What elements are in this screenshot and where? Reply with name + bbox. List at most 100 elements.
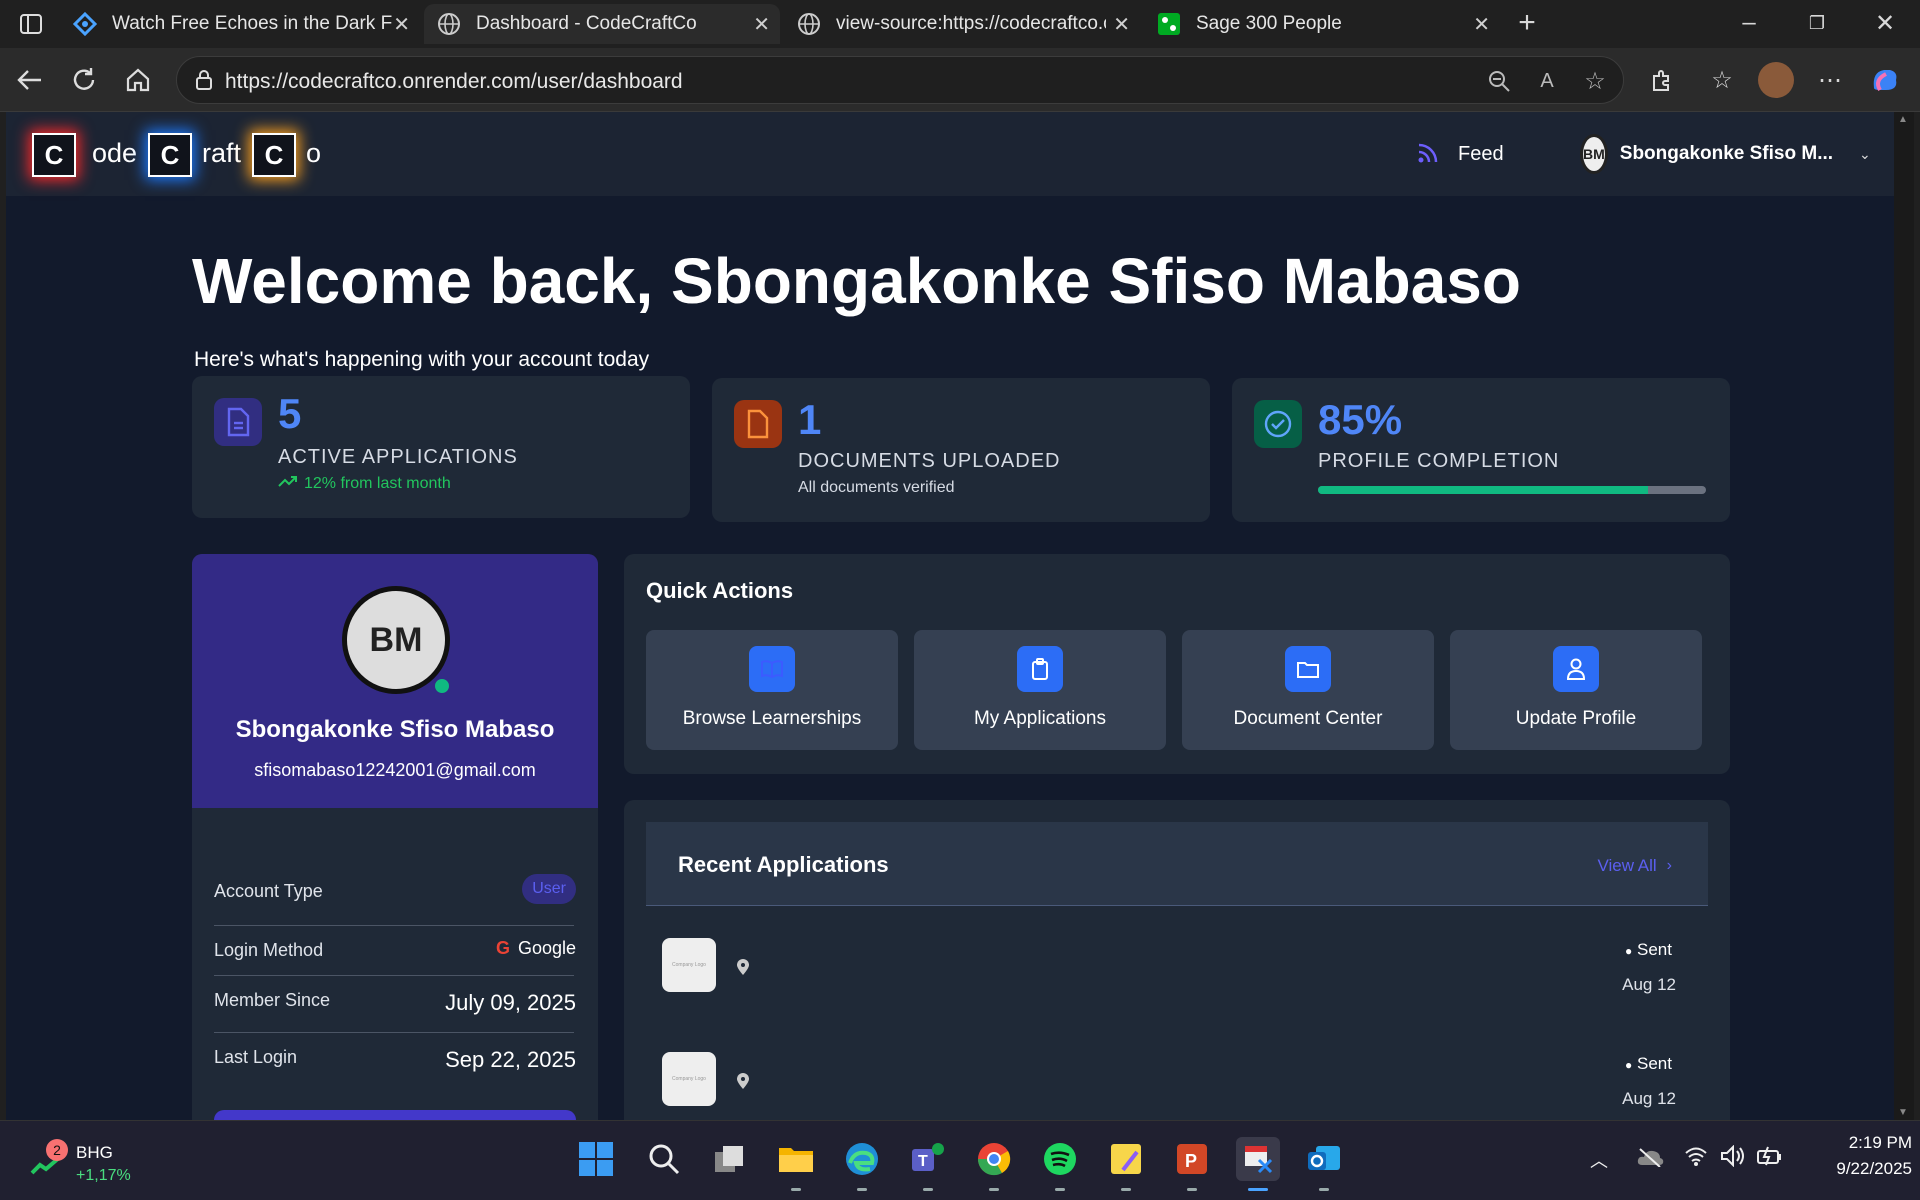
battery-icon[interactable]: [1756, 1145, 1782, 1172]
powerpoint-icon[interactable]: P: [1170, 1137, 1214, 1191]
task-view-icon[interactable]: [708, 1137, 752, 1181]
close-window-icon[interactable]: ✕: [1870, 8, 1900, 38]
lock-icon[interactable]: [193, 69, 215, 91]
spotify-icon[interactable]: [1038, 1137, 1082, 1191]
scroll-up-icon[interactable]: ▲: [1898, 114, 1908, 125]
volume-icon[interactable]: [1720, 1144, 1746, 1172]
new-tab-icon[interactable]: +: [1512, 6, 1542, 40]
user-menu[interactable]: BM Sbongakonke Sfiso M... ⌄: [1580, 134, 1871, 174]
trend-row: 12% from last month: [278, 474, 451, 493]
quick-actions-panel: Quick Actions Browse Learnerships My App…: [624, 554, 1730, 774]
profile-email: sfisomabaso12242001@gmail.com: [254, 760, 536, 780]
quick-action-label: Document Center: [1233, 708, 1383, 729]
search-icon[interactable]: [642, 1137, 686, 1181]
recent-applications-panel: Recent Applications View All › Company L…: [624, 800, 1730, 1120]
site-navbar: C ode C raft C o Feed BM Sbongakonke Sfi…: [6, 112, 1900, 196]
globe-icon: [436, 11, 462, 37]
svg-text:T: T: [918, 1153, 928, 1170]
favorites-icon[interactable]: ☆: [1706, 64, 1738, 96]
tab-title: Watch Free Echoes in the Dark Fu: [112, 13, 392, 34]
system-clock[interactable]: 2:19 PM 9/22/2025: [1800, 1133, 1912, 1179]
my-applications-button[interactable]: My Applications: [914, 630, 1166, 750]
wifi-icon[interactable]: [1684, 1145, 1708, 1172]
stat-label: PROFILE COMPLETION: [1318, 450, 1560, 472]
divider: [214, 925, 574, 926]
check-circle-icon: [1254, 400, 1302, 448]
restore-icon[interactable]: ❐: [1802, 8, 1832, 38]
extensions-icon[interactable]: [1646, 64, 1678, 96]
favorite-star-icon[interactable]: ☆: [1581, 67, 1609, 95]
tab-dashboard[interactable]: Dashboard - CodeCraftCo ✕: [424, 4, 780, 44]
tab-sage[interactable]: Sage 300 People ✕: [1144, 4, 1500, 44]
more-icon[interactable]: ⋯: [1814, 64, 1846, 96]
chevron-down-icon: ⌄: [1859, 145, 1871, 162]
last-login-label: Last Login: [214, 1047, 298, 1067]
company-logo: Company Logo: [662, 1052, 716, 1106]
outlook-icon[interactable]: [1302, 1137, 1346, 1191]
page-scrollbar[interactable]: ▲ ▼: [1894, 112, 1914, 1120]
stat-label: ACTIVE APPLICATIONS: [278, 446, 518, 468]
google-icon: G: [495, 938, 510, 958]
profile-name: Sbongakonke Sfiso Mabaso: [235, 716, 555, 743]
location-pin-icon: [736, 958, 750, 981]
stat-card-documents: 1 DOCUMENTS UPLOADED All documents verif…: [712, 378, 1210, 522]
quick-action-label: My Applications: [973, 708, 1106, 729]
logo-text: o: [306, 138, 322, 168]
browse-learnerships-button[interactable]: Browse Learnerships: [646, 630, 898, 750]
start-icon[interactable]: [574, 1137, 618, 1181]
close-tab-icon[interactable]: ✕: [1473, 12, 1490, 37]
teams-icon[interactable]: T: [906, 1137, 950, 1191]
stat-card-profile: 85% PROFILE COMPLETION: [1232, 378, 1730, 522]
close-tab-icon[interactable]: ✕: [393, 12, 410, 37]
back-icon[interactable]: [14, 64, 46, 96]
show-hidden-icons-icon[interactable]: ︿: [1590, 1147, 1608, 1173]
divider: [214, 975, 574, 976]
profile-avatar[interactable]: [1758, 62, 1794, 98]
onedrive-icon[interactable]: [1636, 1147, 1664, 1172]
globe-icon: [796, 11, 822, 37]
progress-fill: [1318, 486, 1648, 494]
view-all-link[interactable]: View All ›: [1597, 856, 1672, 876]
copilot-icon[interactable]: [1868, 64, 1902, 96]
document-center-button[interactable]: Document Center: [1182, 630, 1434, 750]
quick-action-label: Browse Learnerships: [682, 708, 862, 729]
profile-card-header: BM Sbongakonke Sfiso Mabaso sfisomabaso1…: [192, 554, 598, 808]
status-text: Sent: [1637, 1054, 1672, 1073]
zoom-out-icon[interactable]: [1485, 67, 1513, 95]
sticky-notes-icon[interactable]: [1104, 1137, 1148, 1191]
tab-view-source[interactable]: view-source:https://codecraftco.o ✕: [784, 4, 1140, 44]
close-tab-icon[interactable]: ✕: [753, 12, 770, 37]
profile-action-button[interactable]: [214, 1110, 576, 1120]
refresh-icon[interactable]: [68, 64, 100, 96]
url-text: https://codecraftco.onrender.com/user/da…: [225, 70, 683, 93]
status-dot-icon: ●: [1625, 1058, 1633, 1072]
tab-echoes[interactable]: Watch Free Echoes in the Dark Fu ✕: [60, 4, 420, 44]
list-item[interactable]: Company Logo ● Sent Aug 12: [646, 928, 1708, 1018]
sage-favicon-icon: [1156, 11, 1182, 37]
snipping-tool-icon[interactable]: [1236, 1137, 1280, 1191]
tab-title: Dashboard - CodeCraftCo: [476, 13, 697, 34]
read-aloud-icon[interactable]: A: [1533, 67, 1561, 95]
stock-widget[interactable]: 2 BHG +1,17%: [26, 1139, 136, 1187]
stat-value: 85%: [1318, 396, 1403, 443]
edge-icon[interactable]: [840, 1137, 884, 1191]
status-badge: ● Sent: [1625, 1054, 1672, 1074]
close-tab-icon[interactable]: ✕: [1113, 12, 1130, 37]
user-name: Sbongakonke Sfiso M...: [1619, 143, 1834, 164]
scroll-down-icon[interactable]: ▼: [1898, 1107, 1908, 1118]
feed-link[interactable]: Feed: [1416, 138, 1504, 170]
member-since-value: July 09, 2025: [445, 990, 576, 1015]
page-title: Welcome back, Sbongakonke Sfiso Mabaso: [192, 245, 1521, 317]
chrome-icon[interactable]: [972, 1137, 1016, 1191]
quick-action-label: Update Profile: [1515, 708, 1637, 729]
minimize-icon[interactable]: –: [1734, 8, 1764, 38]
profile-avatar: BM: [342, 586, 450, 694]
file-explorer-icon[interactable]: [774, 1137, 818, 1191]
stock-change: +1,17%: [76, 1167, 131, 1184]
update-profile-button[interactable]: Update Profile: [1450, 630, 1702, 750]
home-icon[interactable]: [122, 64, 154, 96]
avatar: BM: [1580, 134, 1608, 174]
list-item[interactable]: Company Logo ● Sent Aug 12: [646, 1042, 1708, 1120]
address-bar[interactable]: https://codecraftco.onrender.com/user/da…: [176, 56, 1624, 104]
sidebar-toggle-icon[interactable]: [16, 10, 46, 38]
